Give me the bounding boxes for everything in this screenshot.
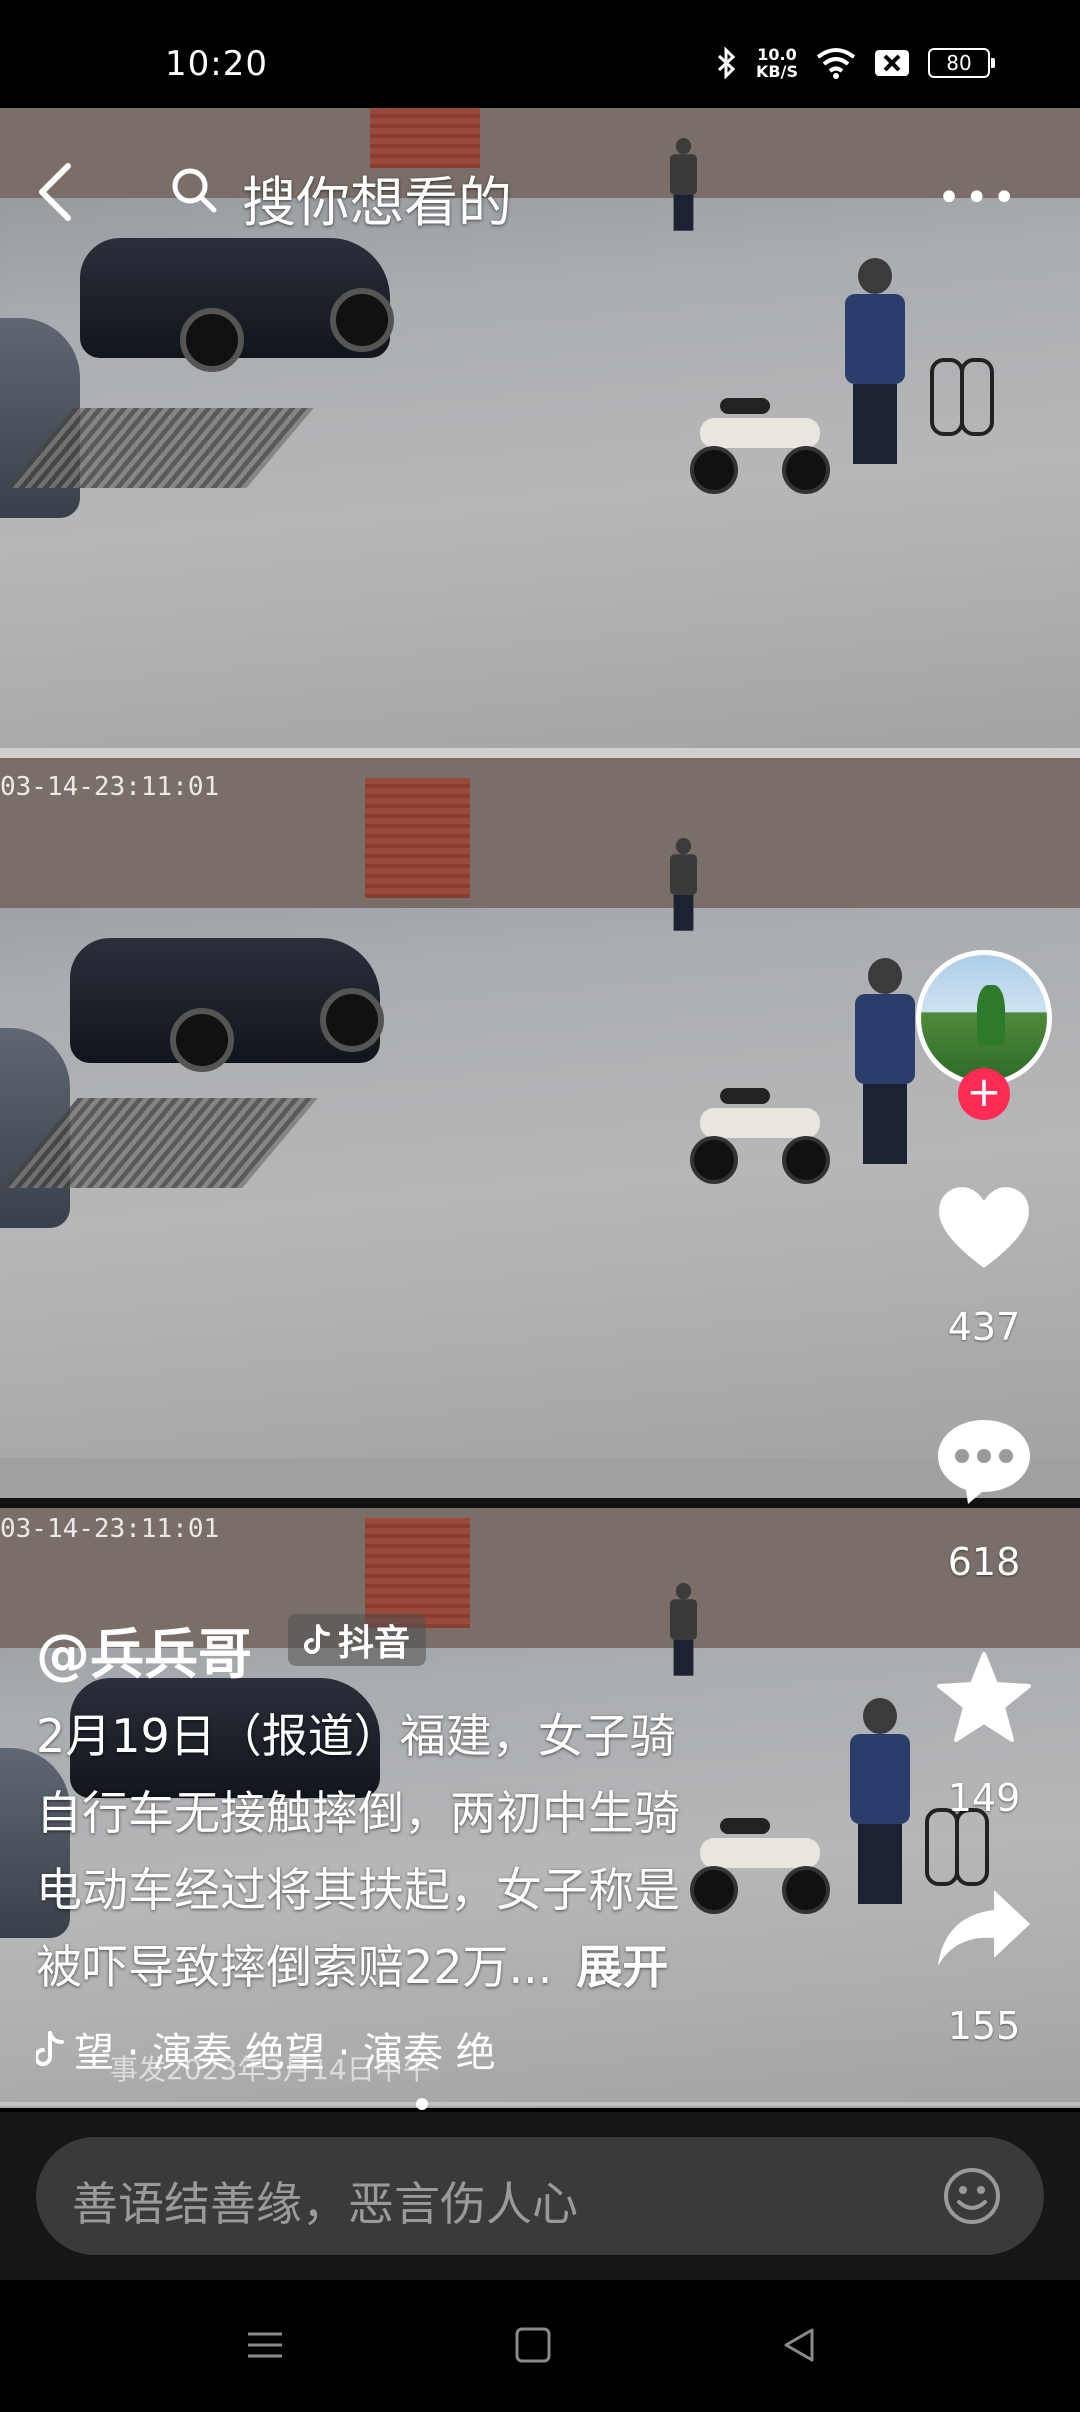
red-shutter	[365, 1518, 470, 1628]
favorite-star-icon[interactable]	[934, 1650, 1034, 1746]
video-progress-bar[interactable]	[0, 2102, 1080, 2106]
share-arrow-icon[interactable]	[934, 1886, 1034, 1974]
search-input[interactable]: 搜你想看的	[242, 158, 512, 237]
video-frame-1[interactable]	[0, 108, 1080, 748]
e-scooter	[690, 378, 830, 494]
video-frame-2[interactable]: 03-14-23:11:01	[0, 758, 1080, 1458]
network-speed: 10.0 KB/S	[756, 45, 798, 81]
car-wheel	[320, 988, 384, 1052]
home-square-icon[interactable]	[510, 2322, 556, 2368]
progress-handle[interactable]	[416, 2098, 428, 2110]
comment-count: 618	[947, 1540, 1021, 1584]
car-wheel	[330, 288, 394, 352]
caption-line: 自行车无接触摔倒，两初中生骑	[36, 1786, 680, 1840]
comment-bubble-icon[interactable]	[934, 1414, 1034, 1506]
building-row	[0, 108, 1080, 198]
person-woman	[845, 258, 905, 464]
bluetooth-icon	[718, 47, 736, 79]
platform-tag[interactable]: 抖音	[288, 1614, 427, 1666]
platform-label: 抖音	[338, 1623, 411, 1664]
bicycle	[925, 1748, 995, 1898]
frame-separator-dark	[0, 1498, 1080, 1508]
battery-indicator: 80	[928, 48, 995, 78]
status-time: 10:20	[165, 44, 268, 84]
music-ticker[interactable]: 望 · 演奏 绝望 · 演奏 绝	[36, 2020, 636, 2078]
car-wheel	[170, 1008, 234, 1072]
douyin-note-icon	[304, 1624, 330, 1654]
search-icon[interactable]	[170, 166, 218, 214]
status-bar: 10:20 10.0 KB/S 80	[0, 0, 1080, 108]
wifi-icon	[816, 48, 856, 79]
back-arrow-icon[interactable]	[32, 162, 80, 222]
video-timestamp: 03-14-23:11:01	[0, 1514, 220, 1544]
e-scooter	[690, 1068, 830, 1184]
author-avatar[interactable]	[916, 950, 1052, 1086]
music-note-icon	[36, 2031, 64, 2066]
menu-icon[interactable]	[242, 2322, 288, 2368]
post-caption: 2月19日（报道）福建，女子骑 自行车无接触摔倒，两初中生骑 电动车经过将其扶起…	[36, 1698, 806, 2006]
follow-plus-button[interactable]: +	[958, 1068, 1010, 1120]
person-walking	[670, 138, 697, 231]
like-count: 437	[947, 1305, 1021, 1349]
red-shutter	[365, 778, 470, 898]
like-heart-icon[interactable]	[934, 1182, 1034, 1272]
person-walking	[670, 838, 697, 931]
no-sim-icon	[875, 50, 909, 76]
bicycle	[930, 298, 1000, 448]
person-woman	[855, 958, 915, 1164]
status-icons: 10.0 KB/S 80	[716, 45, 995, 81]
caption-line-last: 被吓导致摔倒索赔22万... 展开	[36, 1940, 669, 1994]
more-options-icon[interactable]: •••	[937, 175, 1020, 221]
back-triangle-icon[interactable]	[776, 2322, 822, 2368]
favorite-count: 149	[947, 1776, 1021, 1820]
emoji-icon[interactable]	[942, 2166, 1002, 2226]
car-wheel	[180, 308, 244, 372]
share-count: 155	[947, 2004, 1021, 2048]
caption-line: 电动车经过将其扶起，女子称是	[36, 1863, 680, 1917]
caption-line: 2月19日（报道）福建，女子骑	[36, 1709, 676, 1763]
author-name[interactable]: @兵兵哥	[36, 1610, 252, 1689]
video-timestamp: 03-14-23:11:01	[0, 772, 220, 802]
music-title: 望 · 演奏 绝望 · 演奏 绝	[74, 2030, 496, 2076]
expand-button[interactable]: 展开	[576, 1940, 668, 1994]
frame-separator	[0, 748, 1080, 758]
person-woman	[850, 1698, 910, 1904]
comment-placeholder: 善语结善缘，恶言伤人心	[72, 2177, 578, 2231]
person-walking	[670, 1583, 697, 1676]
